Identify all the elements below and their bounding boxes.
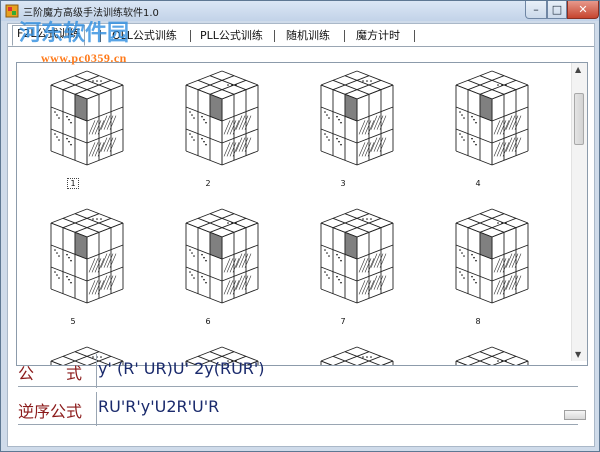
highlight-sticker (479, 231, 493, 260)
cube-number-label: 2 (160, 179, 256, 188)
cube-diagram (455, 70, 529, 166)
vertical-scrollbar[interactable]: ▲ ▼ (571, 63, 587, 361)
tab-separator (344, 30, 345, 42)
cube-number: 3 (340, 179, 346, 188)
formula-value[interactable]: y' (R' UR)U' 2y(RUR') (98, 359, 265, 378)
highlight-sticker (344, 231, 358, 260)
cube-cell[interactable]: 4 (430, 67, 540, 197)
reverse-formula-value[interactable]: RU'R'y'U2R'U'R (98, 397, 219, 416)
reverse-formula-label: 逆序公式 (18, 402, 83, 421)
row-underline (18, 424, 578, 425)
cube-grid: 1 2 3 4 5 6 7 8 ▲ ▼ (16, 62, 588, 366)
cube-number: 8 (475, 317, 481, 326)
cube-number: 6 (205, 317, 211, 326)
minimize-button[interactable]: – (525, 1, 547, 19)
tab-pll[interactable]: PLL公式训练 (200, 28, 263, 46)
tab-separator (274, 30, 275, 42)
scroll-up-icon[interactable]: ▲ (575, 65, 581, 74)
cube-number: 4 (475, 179, 481, 188)
cube-cell[interactable]: 6 (160, 205, 270, 335)
cube-cell[interactable]: 8 (430, 205, 540, 335)
cube-cell[interactable]: 7 (295, 205, 405, 335)
highlight-sticker (209, 93, 223, 122)
tab-separator (190, 30, 191, 42)
scroll-thumb[interactable] (574, 93, 584, 145)
cube-cell[interactable]: 1 (25, 67, 135, 197)
cube-number-label: 7 (295, 317, 391, 326)
cube-number-label: 6 (160, 317, 256, 326)
cube-number-label: 3 (295, 179, 391, 188)
maximize-button[interactable]: □ (547, 1, 567, 19)
cube-cell[interactable]: 5 (25, 205, 135, 335)
cube-number-label: 4 (430, 179, 526, 188)
row-underline (18, 386, 578, 387)
main-panel: F2L公式训练 OLL公式训练 PLL公式训练 随机训练 魔方计时 123456… (7, 23, 595, 447)
app-cube-icon (5, 4, 19, 18)
cube-cell[interactable]: 3 (295, 67, 405, 197)
cube-number: 2 (205, 179, 211, 188)
highlight-sticker (344, 93, 358, 122)
cube-number-label: 5 (25, 317, 121, 326)
tab-timer[interactable]: 魔方计时 (356, 28, 400, 46)
highlight-sticker (74, 93, 88, 122)
highlight-sticker (479, 93, 493, 122)
cube-diagram (50, 70, 124, 166)
cube-diagram (320, 208, 394, 304)
close-button[interactable]: ✕ (567, 1, 599, 19)
cube-number: 1 (67, 178, 79, 189)
cube-diagram (185, 208, 259, 304)
formula-label: 公 式 (18, 364, 83, 383)
app-window: 三阶魔方高级手法训练软件1.0 – □ ✕ F2L公式训练 OLL公式训练 PL… (0, 0, 600, 452)
cube-diagram (50, 208, 124, 304)
resize-grip-button[interactable] (564, 410, 586, 420)
cube-number-label: 1 (25, 178, 121, 189)
cube-number: 5 (70, 317, 76, 326)
watermark-text: 河东软件园 (19, 21, 130, 46)
cube-number-label: 8 (430, 317, 526, 326)
formula-row: 公 式 y' (R' UR)U' 2y(RUR') (18, 354, 578, 388)
highlight-sticker (209, 231, 223, 260)
cube-diagram (320, 70, 394, 166)
cube-diagram (455, 208, 529, 304)
cube-number: 7 (340, 317, 346, 326)
tab-random[interactable]: 随机训练 (286, 28, 330, 46)
reverse-formula-row: 逆序公式 RU'R'y'U2R'U'R (18, 392, 578, 426)
watermark-url: www.pc0359.cn (41, 51, 127, 65)
highlight-sticker (74, 231, 88, 260)
tab-separator (414, 30, 415, 42)
row-divider (96, 392, 97, 426)
cube-diagram (185, 70, 259, 166)
cube-cell[interactable]: 2 (160, 67, 270, 197)
row-divider (96, 354, 97, 388)
